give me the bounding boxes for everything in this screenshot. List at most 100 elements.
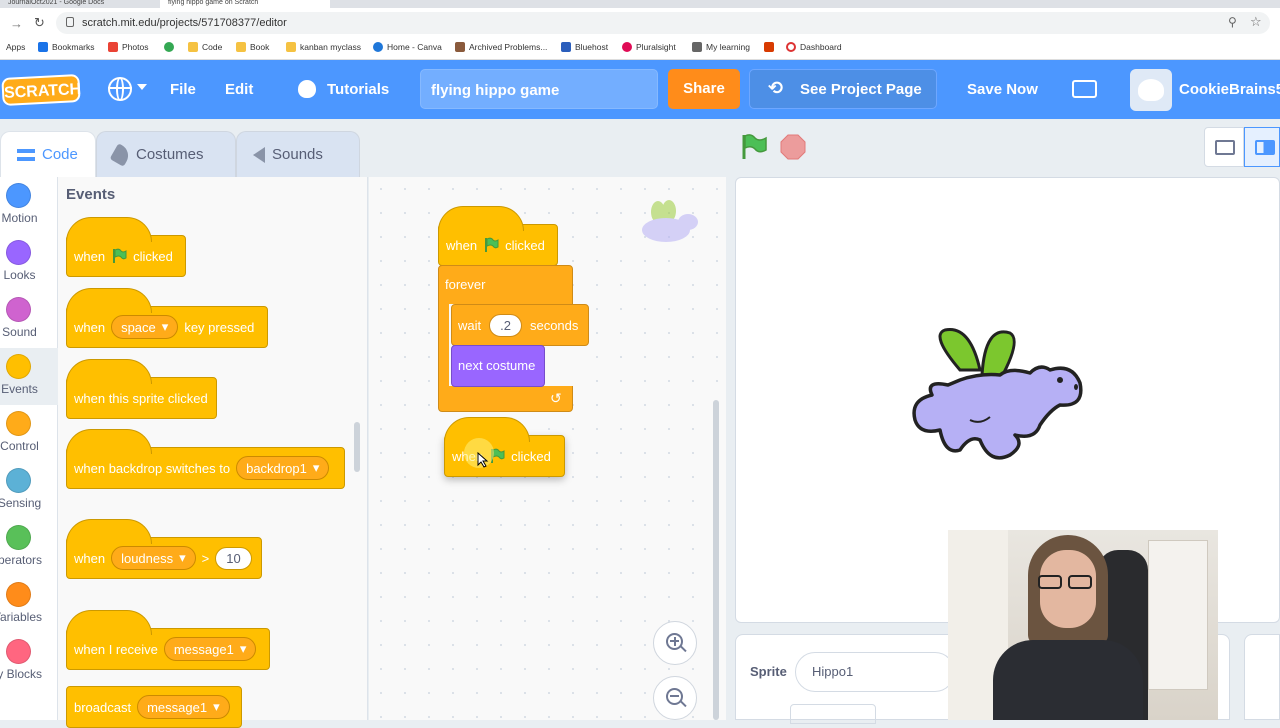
category-motion[interactable]: Motion bbox=[0, 177, 58, 234]
browser-tab-active[interactable]: flying hippo game on Scratch bbox=[160, 0, 330, 8]
bookmark-mylearning[interactable]: My learning bbox=[692, 41, 750, 52]
bookmark-dashboard[interactable]: Dashboard bbox=[786, 41, 842, 52]
zoom-out-button[interactable] bbox=[653, 676, 697, 720]
sprite-name-input[interactable]: Hippo1 bbox=[795, 652, 955, 692]
block-when-this-sprite-clicked[interactable]: when this sprite clicked bbox=[66, 359, 217, 419]
share-button[interactable]: Share bbox=[668, 69, 740, 109]
category-my-blocks[interactable]: My Blocks bbox=[0, 633, 58, 690]
green-flag-icon bbox=[113, 248, 127, 263]
forward-icon[interactable]: → bbox=[10, 16, 23, 31]
category-control[interactable]: Control bbox=[0, 405, 58, 462]
bookmark-pluralsight[interactable]: Pluralsight bbox=[622, 41, 676, 52]
script-next-costume-block[interactable]: next costume bbox=[451, 345, 545, 387]
star-icon[interactable]: ☆ bbox=[1250, 14, 1262, 30]
bookmark-code[interactable]: Code bbox=[188, 41, 222, 52]
bookmark-apps[interactable]: Apps bbox=[6, 41, 25, 52]
key-dropdown[interactable]: space ▾ bbox=[111, 315, 179, 339]
zoom-icon[interactable]: ⚲ bbox=[1228, 15, 1237, 29]
bookmark-bluehost[interactable]: Bluehost bbox=[561, 41, 608, 52]
folder-icon bbox=[188, 41, 198, 52]
stop-button[interactable] bbox=[780, 134, 806, 160]
chevron-down-icon: ▾ bbox=[312, 460, 320, 475]
green-flag-button[interactable] bbox=[740, 134, 768, 160]
category-sensing[interactable]: Sensing bbox=[0, 462, 58, 519]
folder-icon bbox=[286, 41, 296, 52]
normal-stage-button[interactable] bbox=[1244, 127, 1280, 167]
loudness-dropdown[interactable]: loudness ▾ bbox=[111, 546, 196, 570]
block-when-flag-clicked[interactable]: when clicked bbox=[66, 217, 186, 277]
loop-arrow-icon: ↺ bbox=[550, 390, 562, 406]
chevron-down-icon: ▾ bbox=[161, 319, 169, 334]
pluralsight-icon bbox=[622, 41, 632, 52]
palette-scrollbar[interactable] bbox=[354, 422, 360, 472]
category-operators[interactable]: Operators bbox=[0, 519, 58, 576]
avatar[interactable] bbox=[1130, 69, 1172, 111]
broadcast-dropdown[interactable]: message1 ▾ bbox=[137, 695, 230, 719]
control-dot-icon bbox=[6, 411, 31, 436]
dashboard-icon bbox=[786, 41, 796, 52]
tutorials-menu[interactable]: Tutorials bbox=[327, 81, 389, 98]
zoom-in-button[interactable] bbox=[653, 621, 697, 665]
block-when-loudness[interactable]: when loudness ▾ > 10 bbox=[66, 519, 262, 579]
category-events[interactable]: Events bbox=[0, 348, 58, 405]
tab-sounds[interactable]: Sounds bbox=[236, 131, 360, 177]
visibility-toggle[interactable] bbox=[790, 704, 876, 724]
category-sound[interactable]: Sound bbox=[0, 291, 58, 348]
lightbulb-icon[interactable] bbox=[298, 80, 316, 98]
message-dropdown[interactable]: message1 ▾ bbox=[163, 637, 257, 661]
bookmark-green[interactable] bbox=[164, 41, 174, 52]
block-when-key-pressed[interactable]: when space ▾ key pressed bbox=[66, 288, 268, 348]
bookmark-office[interactable] bbox=[764, 41, 774, 52]
wait-seconds-input[interactable]: .2 bbox=[489, 313, 522, 337]
bookmark-archived[interactable]: Archived Problems... bbox=[455, 41, 547, 52]
small-stage-button[interactable] bbox=[1204, 127, 1244, 167]
url-text: scratch.mit.edu/projects/571708377/edito… bbox=[82, 17, 287, 29]
operators-dot-icon bbox=[6, 525, 31, 550]
backdrop-dropdown[interactable]: backdrop1 ▾ bbox=[236, 456, 330, 480]
tab-code[interactable]: Code bbox=[0, 131, 96, 177]
speaker-icon bbox=[253, 146, 265, 163]
my-blocks-dot-icon bbox=[6, 639, 31, 664]
sound-dot-icon bbox=[6, 297, 31, 322]
see-project-page-button[interactable]: ⟲ See Project Page bbox=[749, 69, 937, 109]
lock-icon bbox=[66, 17, 74, 27]
block-broadcast[interactable]: broadcast message1 ▾ bbox=[66, 686, 242, 728]
file-menu[interactable]: File bbox=[170, 81, 196, 98]
edit-menu[interactable]: Edit bbox=[225, 81, 253, 98]
reload-icon[interactable]: ↻ bbox=[34, 15, 45, 31]
events-dot-icon bbox=[6, 354, 31, 379]
office-icon bbox=[764, 41, 774, 52]
globe-icon[interactable] bbox=[108, 77, 132, 101]
hippo-sprite[interactable] bbox=[900, 325, 1090, 470]
tab-costumes[interactable]: Costumes bbox=[96, 131, 236, 177]
scratch-logo[interactable]: SCRATCH bbox=[1, 73, 81, 107]
dragged-when-flag-clicked[interactable]: when clicked bbox=[444, 417, 565, 477]
grid-icon bbox=[561, 41, 571, 52]
block-when-backdrop-switches[interactable]: when backdrop switches to backdrop1 ▾ bbox=[66, 429, 345, 489]
block-when-i-receive[interactable]: when I receive message1 ▾ bbox=[66, 610, 270, 670]
stage-backdrop-pane[interactable] bbox=[1244, 634, 1280, 720]
category-variables[interactable]: Variables bbox=[0, 576, 58, 633]
learning-icon bbox=[692, 41, 702, 52]
bookmark-kanban[interactable]: kanban myclass bbox=[286, 41, 361, 52]
workspace-scrollbar[interactable] bbox=[713, 400, 719, 720]
project-title-input[interactable]: flying hippo game bbox=[420, 69, 658, 109]
script-hat-when-flag-clicked[interactable]: when clicked bbox=[438, 206, 558, 266]
chevron-down-icon[interactable] bbox=[137, 84, 147, 90]
bookmark-bookmarks[interactable]: Bookmarks bbox=[38, 41, 95, 52]
loudness-value-input[interactable]: 10 bbox=[215, 546, 252, 570]
category-looks[interactable]: Looks bbox=[0, 234, 58, 291]
sprite-label: Sprite bbox=[750, 664, 787, 679]
script-wait-block[interactable]: wait .2 seconds bbox=[451, 304, 589, 346]
folder-icon[interactable] bbox=[1072, 80, 1097, 98]
paintbrush-icon bbox=[109, 142, 133, 167]
bookmark-canva[interactable]: Home - Canva bbox=[373, 41, 442, 52]
bookmark-photos[interactable]: Photos bbox=[108, 41, 148, 52]
looks-dot-icon bbox=[6, 240, 31, 265]
bookmark-book[interactable]: Book bbox=[236, 41, 269, 52]
browser-tab[interactable]: JournalOct2021 - Google Docs bbox=[0, 0, 150, 8]
username[interactable]: CookieBrains5 bbox=[1179, 81, 1280, 98]
save-now-button[interactable]: Save Now bbox=[967, 81, 1038, 98]
variables-dot-icon bbox=[6, 582, 31, 607]
chevron-down-icon: ▾ bbox=[239, 641, 247, 656]
